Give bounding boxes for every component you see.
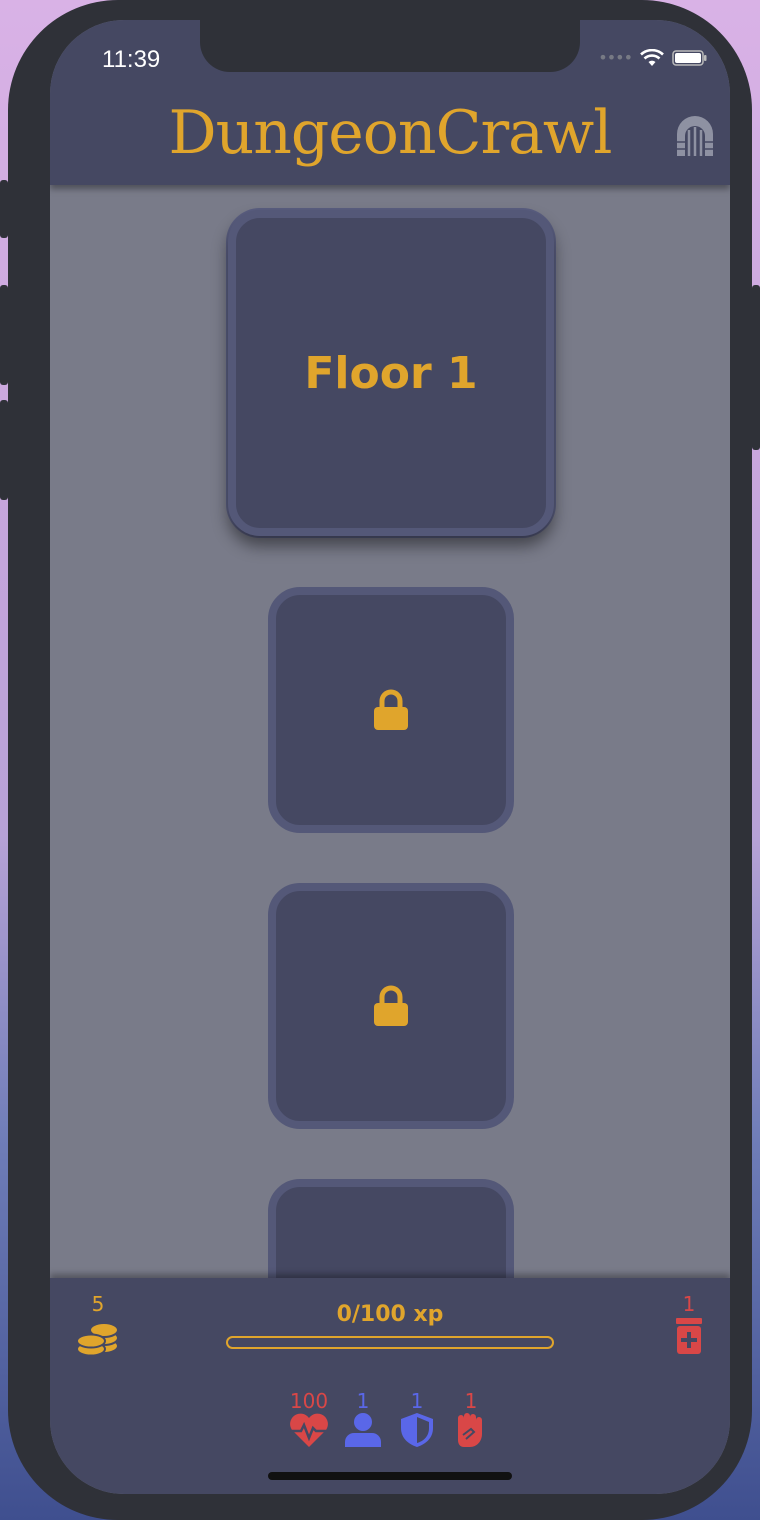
signal-icon: •••• <box>598 48 633 67</box>
level-value: 1 <box>356 1389 370 1413</box>
lock-icon <box>374 689 408 730</box>
notch <box>200 20 580 72</box>
home-indicator <box>268 1472 512 1480</box>
defense-value: 1 <box>410 1389 424 1413</box>
xp-progress-bar <box>226 1336 554 1349</box>
potion-counter[interactable]: 1 <box>672 1292 706 1360</box>
health-stat: 100 <box>288 1390 330 1448</box>
volume-down-button <box>0 400 8 500</box>
phone-frame: 11:39 •••• DungeonCrawl Floor 1 5 0/100 … <box>0 0 760 1520</box>
character-stats: 100 1 1 1 <box>288 1390 492 1448</box>
status-indicators: •••• <box>598 48 708 67</box>
stats-footer: 5 0/100 xp 1 100 1 1 1 <box>50 1278 730 1494</box>
screen: 11:39 •••• DungeonCrawl Floor 1 5 0/100 … <box>50 20 730 1494</box>
floor-1-button[interactable]: Floor 1 <box>228 210 554 536</box>
app-title: DungeonCrawl <box>168 98 613 168</box>
fist-icon <box>458 1413 482 1447</box>
status-time: 11:39 <box>102 46 161 73</box>
user-icon <box>345 1413 381 1447</box>
shield-icon <box>401 1413 433 1447</box>
battery-icon <box>672 49 707 66</box>
floor-label: Floor 1 <box>304 347 478 399</box>
wifi-icon <box>640 48 664 66</box>
attack-stat: 1 <box>450 1390 492 1448</box>
attack-value: 1 <box>464 1389 478 1413</box>
level-stat: 1 <box>342 1390 384 1448</box>
power-button <box>752 285 760 450</box>
xp-label: 0/100 xp <box>336 1302 444 1327</box>
potion-icon <box>676 1318 702 1354</box>
health-value: 100 <box>289 1389 329 1413</box>
lock-icon <box>374 985 408 1026</box>
volume-up-button <box>0 285 8 385</box>
heart-pulse-icon <box>290 1413 328 1447</box>
floor-2-button[interactable] <box>268 587 514 833</box>
floor-3-button[interactable] <box>268 883 514 1129</box>
mute-switch <box>0 180 8 238</box>
dungeon-gate-icon[interactable] <box>674 116 716 162</box>
potion-count: 1 <box>682 1292 696 1316</box>
defense-stat: 1 <box>396 1390 438 1448</box>
